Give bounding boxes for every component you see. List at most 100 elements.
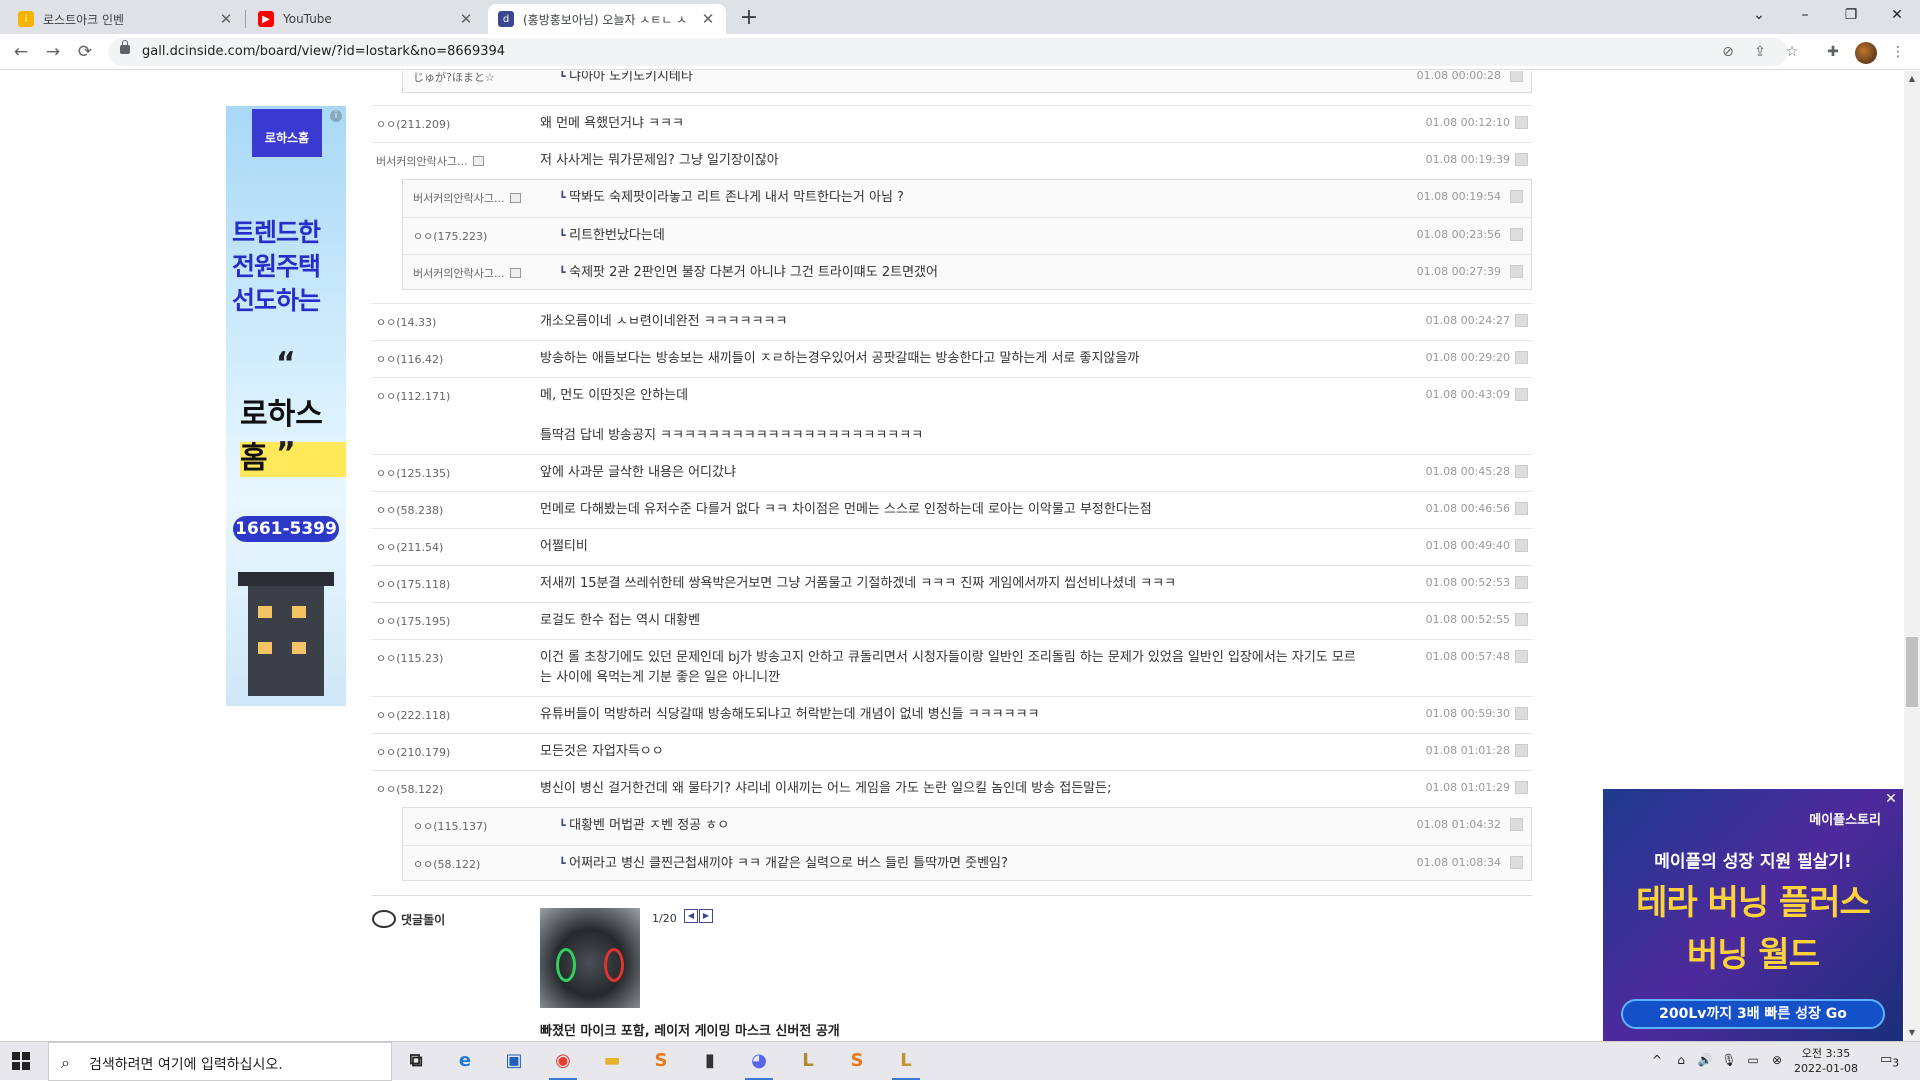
delete-icon[interactable] [1515,388,1528,401]
address-bar[interactable]: gall.dcinside.com/board/view/?id=lostark… [108,38,1798,66]
share-icon[interactable]: ⇪ [1750,42,1770,62]
reload-button[interactable]: ⟳ [72,39,98,65]
chrome-icon[interactable]: ◉ [543,1046,583,1080]
menu-icon[interactable]: ⋮ [1888,42,1908,62]
comment-nickname[interactable]: ㅇㅇ(222.118) [376,707,450,723]
tray-icon[interactable]: ⊗ [1768,1053,1786,1071]
extensions-icon[interactable]: ✚ [1823,42,1843,62]
delete-icon[interactable] [1510,190,1523,203]
close-icon[interactable]: ✕ [458,10,474,28]
reply-nickname[interactable]: 버서커의안락사그... [413,265,522,281]
tray-icon[interactable]: 🔊 [1696,1053,1714,1071]
comment-nickname[interactable]: ㅇㅇ(175.195) [376,613,450,629]
tab-dcinside[interactable]: d (홍방홍보아님) 오늘자 ㅅㅌㄴ ㅅ ✕ [488,4,726,34]
app-game-1-icon[interactable]: L [788,1046,828,1078]
delete-icon[interactable] [1510,71,1523,82]
clock[interactable]: 오전 3:35 2022-01-08 [1788,1046,1864,1076]
gallog-icon[interactable] [510,268,522,278]
comment-nickname[interactable]: ㅇㅇ(115.23) [376,650,443,666]
comment-nickname[interactable]: ㅇㅇ(211.54) [376,539,443,555]
gallog-icon[interactable] [473,156,485,166]
tab-youtube[interactable]: ▶ YouTube ✕ [248,4,484,34]
close-icon[interactable]: ✕ [218,10,234,28]
app-s-1-icon[interactable]: S [641,1046,681,1078]
comment-nickname[interactable]: ㅇㅇ(125.135) [376,465,450,481]
maximize-button[interactable]: ❐ [1828,0,1874,30]
delete-icon[interactable] [1515,707,1528,720]
delete-icon[interactable] [1510,265,1523,278]
delete-icon[interactable] [1515,116,1528,129]
delete-icon[interactable] [1515,502,1528,515]
new-tab-button[interactable]: + [736,6,762,32]
ad-banner-maplestory[interactable]: ✕ 메이플스토리 메이플의 성장 지원 필살기! 테라 버닝 플러스 버닝 월드… [1603,789,1903,1041]
page-scrollbar[interactable]: ▲ ▼ [1904,71,1920,1041]
taskbar-search-box[interactable]: ⌕ 검색하려면 여기에 입력하십시오. [48,1042,392,1081]
comment-nickname[interactable]: ㅇㅇ(211.209) [376,116,450,132]
tray-icon[interactable]: ⌂ [1672,1053,1690,1071]
reply-nickname[interactable]: ㅇㅇ(175.223) [413,228,487,244]
reply-nickname[interactable]: じゅが?ほまと☆ [413,71,495,85]
delete-icon[interactable] [1515,465,1528,478]
comment-nickname[interactable]: ㅇㅇ(175.118) [376,576,450,592]
scroll-thumb[interactable] [1906,637,1918,707]
comment-nickname[interactable]: ㅇㅇ(116.42) [376,351,443,367]
delete-icon[interactable] [1510,228,1523,241]
delete-icon[interactable] [1515,744,1528,757]
delete-icon[interactable] [1515,650,1528,663]
nickname-text[interactable]: 버서커의안락사그... [413,267,504,280]
gaming-mask-thumbnail[interactable] [540,908,640,1008]
close-icon[interactable]: ✕ [1883,791,1899,807]
news-caption-link[interactable]: 빠졌던 마이크 포함, 레이저 게이밍 마스크 신버전 공개 [540,1020,840,1039]
comment-nickname[interactable]: 버서커의안락사그... [376,153,485,169]
delete-icon[interactable] [1515,539,1528,552]
lock-icon[interactable] [120,40,130,54]
delete-icon[interactable] [1515,576,1528,589]
delete-icon[interactable] [1515,351,1528,364]
gallog-icon[interactable] [510,193,522,203]
bookmark-star-icon[interactable]: ☆ [1782,42,1802,62]
edge-icon[interactable]: e [445,1046,485,1078]
delete-icon[interactable] [1515,314,1528,327]
file-explorer-icon[interactable]: ▬ [592,1046,632,1078]
close-icon[interactable]: ✕ [700,10,716,28]
ad-cta-button[interactable]: 200Lv까지 3배 빠른 성장 Go [1621,999,1885,1029]
ad-banner-lohas[interactable]: 로하스홈 i 트렌드한 전원주택 선도하는 “ 로하스홈 ” 1661-5399 [226,106,346,706]
tray-icon[interactable]: 🎙 [1720,1053,1738,1071]
comment-nickname[interactable]: ㅇㅇ(58.122) [376,781,443,797]
reply-nickname[interactable]: 버서커의안락사그... [413,190,522,206]
back-button[interactable]: ← [8,39,34,65]
eye-off-icon[interactable]: ⊘ [1718,42,1738,62]
minimize-button[interactable]: – [1782,0,1828,30]
delete-icon[interactable] [1515,153,1528,166]
reply-nickname[interactable]: ㅇㅇ(58.122) [413,856,480,872]
comment-nickname[interactable]: ㅇㅇ(112.171) [376,388,450,404]
scroll-down-icon[interactable]: ▼ [1904,1025,1920,1041]
delete-icon[interactable] [1515,781,1528,794]
close-window-button[interactable]: ✕ [1874,0,1920,30]
tray-icon[interactable]: ▭ [1744,1053,1762,1071]
notification-icon[interactable]: ▭3 [1880,1052,1899,1070]
comment-nickname[interactable]: ㅇㅇ(14.33) [376,314,436,330]
store-icon[interactable]: ▣ [494,1046,534,1078]
windows-start-icon[interactable] [12,1052,30,1070]
discord-icon[interactable]: ◕ [739,1046,779,1080]
delete-icon[interactable] [1515,613,1528,626]
delete-icon[interactable] [1510,818,1523,831]
comment-nickname[interactable]: ㅇㅇ(58.238) [376,502,443,518]
prev-page-button[interactable]: ◀ [684,909,698,923]
forward-button[interactable]: → [40,39,66,65]
app-game-2-icon[interactable]: L [886,1046,926,1080]
tray-icon[interactable]: ^ [1648,1053,1666,1071]
delete-icon[interactable] [1510,856,1523,869]
search-placeholder[interactable]: 검색하려면 여기에 입력하십시오. [89,1054,283,1074]
nickname-text[interactable]: 버서커의안락사그... [413,192,504,205]
info-icon[interactable]: i [330,110,342,122]
app-book-icon[interactable]: ▮ [690,1046,730,1078]
next-page-button[interactable]: ▶ [699,909,713,923]
scroll-up-icon[interactable]: ▲ [1904,71,1920,87]
reply-nickname[interactable]: ㅇㅇ(115.137) [413,818,487,834]
url-text[interactable]: gall.dcinside.com/board/view/?id=lostark… [142,44,505,59]
nickname-text[interactable]: 버서커의안락사그... [376,155,467,168]
task-view-icon[interactable]: ⧉ [396,1046,436,1078]
profile-avatar[interactable] [1855,42,1877,64]
